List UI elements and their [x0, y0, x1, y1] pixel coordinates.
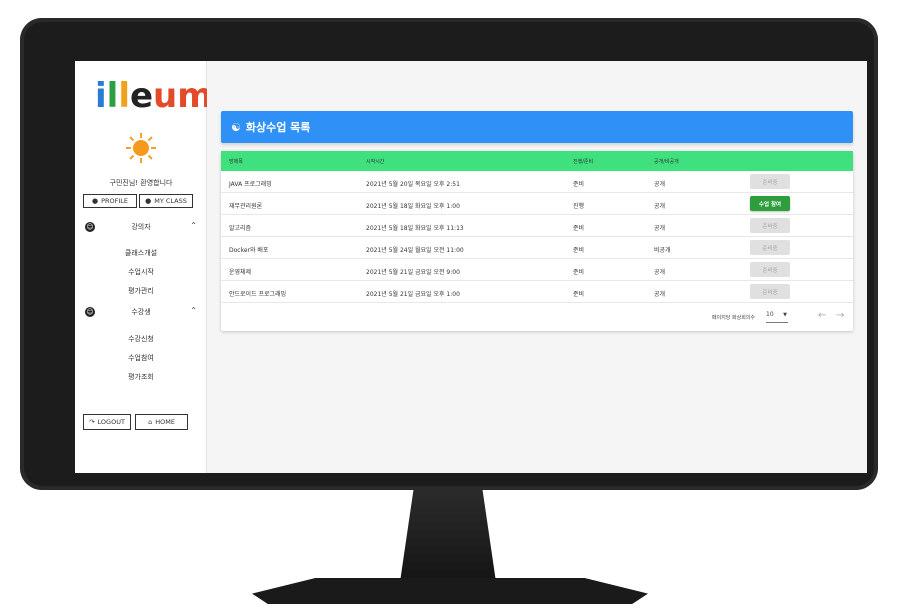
table-row: Docker와 배포 2021년 5월 24일 월요일 오전 11:00 준비 비공개…: [221, 237, 853, 259]
column-header-status: 진행/준비: [573, 159, 594, 165]
preparing-button[interactable]: 준비중: [750, 284, 790, 299]
home-icon: ⌂: [148, 418, 153, 426]
lecturer-section-toggle[interactable]: ☺ 강의자 ⌃: [75, 221, 207, 235]
row-title: 운영체제: [229, 269, 252, 276]
table-pagination: 페이지당 화상회의수 10 ▼ ← →: [221, 305, 853, 331]
row-visibility: 공개: [654, 225, 666, 232]
preparing-button[interactable]: 준비중: [750, 262, 790, 277]
row-visibility: 공개: [654, 291, 666, 298]
column-header-title: 방제목: [229, 159, 243, 165]
row-title: 알고리즘: [229, 225, 252, 232]
row-visibility: 공개: [654, 181, 666, 188]
sidebar-item-class-create[interactable]: 클래스개설: [75, 248, 207, 258]
sidebar-item-evaluation-manage[interactable]: 평가관리: [75, 286, 207, 296]
main-content: ☯ 화상수업 목록 방제목 시작시간 진행/준비 공개/비공개 JAVA 프로그…: [207, 61, 867, 473]
row-status: 준비: [573, 225, 585, 232]
row-visibility: 공개: [654, 269, 666, 276]
table-row: 재무관리원론 2021년 5월 18일 화요일 오후 1:00 진행 공개 수업 참여: [221, 193, 853, 215]
row-title: Docker와 배포: [229, 247, 269, 254]
person-icon: ●: [145, 197, 152, 205]
column-header-start-time: 시작시간: [366, 159, 385, 165]
welcome-message: 구민진님! 환영합니다: [109, 179, 173, 187]
video-user-icon: ☯: [231, 120, 241, 134]
sun-icon: [126, 133, 156, 163]
page-title-bar: ☯ 화상수업 목록: [221, 111, 853, 143]
sidebar: illeum 구민진님! 환영합니다 ● PROFILE ● MY CLASS …: [75, 61, 213, 473]
table-row: 운영체제 2021년 5월 21일 금요일 오전 9:00 준비 공개 준비중: [221, 259, 853, 281]
preparing-button[interactable]: 준비중: [750, 174, 790, 189]
dropdown-arrow-icon: ▼: [783, 312, 787, 318]
row-title: JAVA 프로그래밍: [229, 181, 272, 188]
app-screen: illeum 구민진님! 환영합니다 ● PROFILE ● MY CLASS …: [75, 61, 867, 473]
student-section-toggle[interactable]: ☺ 수강생 ⌃: [75, 306, 207, 320]
table-header: 방제목 시작시간 진행/준비 공개/비공개: [221, 151, 853, 171]
class-list-card: 방제목 시작시간 진행/준비 공개/비공개 JAVA 프로그래밍 2021년 5월…: [221, 151, 853, 331]
monitor-stand-neck: [400, 490, 496, 582]
page-title: 화상수업 목록: [245, 121, 311, 134]
join-class-button[interactable]: 수업 참여: [750, 196, 790, 211]
sidebar-item-evaluation-view[interactable]: 평가조회: [75, 372, 207, 382]
home-button[interactable]: ⌂ HOME: [135, 414, 188, 430]
row-status: 진행: [573, 203, 585, 210]
person-icon: ●: [91, 197, 99, 205]
illeum-logo[interactable]: illeum: [95, 79, 213, 113]
sidebar-item-course-register[interactable]: 수강신청: [75, 334, 207, 344]
row-status: 준비: [573, 247, 585, 254]
chevron-up-icon: ⌃: [190, 306, 197, 315]
row-status: 준비: [573, 269, 585, 276]
row-title: 안드로이드 프로그래밍: [229, 291, 287, 298]
row-start-time: 2021년 5월 21일 금요일 오후 1:00: [366, 291, 460, 298]
rows-per-page-label: 페이지당 화상회의수: [712, 315, 755, 321]
table-row: 알고리즘 2021년 5월 18일 화요일 오후 11:13 준비 공개 준비중: [221, 215, 853, 237]
column-header-visibility: 공개/비공개: [654, 159, 679, 165]
monitor-stand-base: [252, 578, 648, 604]
logout-icon: ↷: [89, 418, 95, 426]
preparing-button[interactable]: 준비중: [750, 218, 790, 233]
logout-button[interactable]: ↷ LOGOUT: [83, 414, 131, 430]
profile-button[interactable]: ● PROFILE: [83, 194, 137, 208]
row-status: 준비: [573, 181, 585, 188]
monitor-stage: illeum 구민진님! 환영합니다 ● PROFILE ● MY CLASS …: [0, 0, 898, 613]
table-row: 안드로이드 프로그래밍 2021년 5월 21일 금요일 오후 1:00 준비 공개 준…: [221, 281, 853, 303]
row-start-time: 2021년 5월 20일 목요일 오후 2:51: [366, 181, 460, 188]
row-visibility: 비공개: [654, 247, 671, 254]
table-row: JAVA 프로그래밍 2021년 5월 20일 목요일 오후 2:51 준비 공개 준비…: [221, 171, 853, 193]
row-start-time: 2021년 5월 21일 금요일 오전 9:00: [366, 269, 460, 276]
rows-per-page-select[interactable]: 10 ▼: [766, 311, 788, 323]
monitor-frame: illeum 구민진님! 환영합니다 ● PROFILE ● MY CLASS …: [20, 18, 878, 490]
previous-page-button[interactable]: ←: [818, 310, 826, 321]
row-start-time: 2021년 5월 18일 화요일 오후 11:13: [366, 225, 464, 232]
row-status: 준비: [573, 291, 585, 298]
row-start-time: 2021년 5월 24일 월요일 오전 11:00: [366, 247, 464, 254]
preparing-button[interactable]: 준비중: [750, 240, 790, 255]
sidebar-item-class-join[interactable]: 수업참여: [75, 353, 207, 363]
row-visibility: 공개: [654, 203, 666, 210]
row-title: 재무관리원론: [229, 203, 263, 210]
sidebar-item-class-start[interactable]: 수업시작: [75, 267, 207, 277]
row-start-time: 2021년 5월 18일 화요일 오후 1:00: [366, 203, 460, 210]
my-class-button[interactable]: ● MY CLASS: [139, 194, 193, 208]
chevron-up-icon: ⌃: [190, 221, 197, 230]
next-page-button[interactable]: →: [836, 310, 844, 321]
